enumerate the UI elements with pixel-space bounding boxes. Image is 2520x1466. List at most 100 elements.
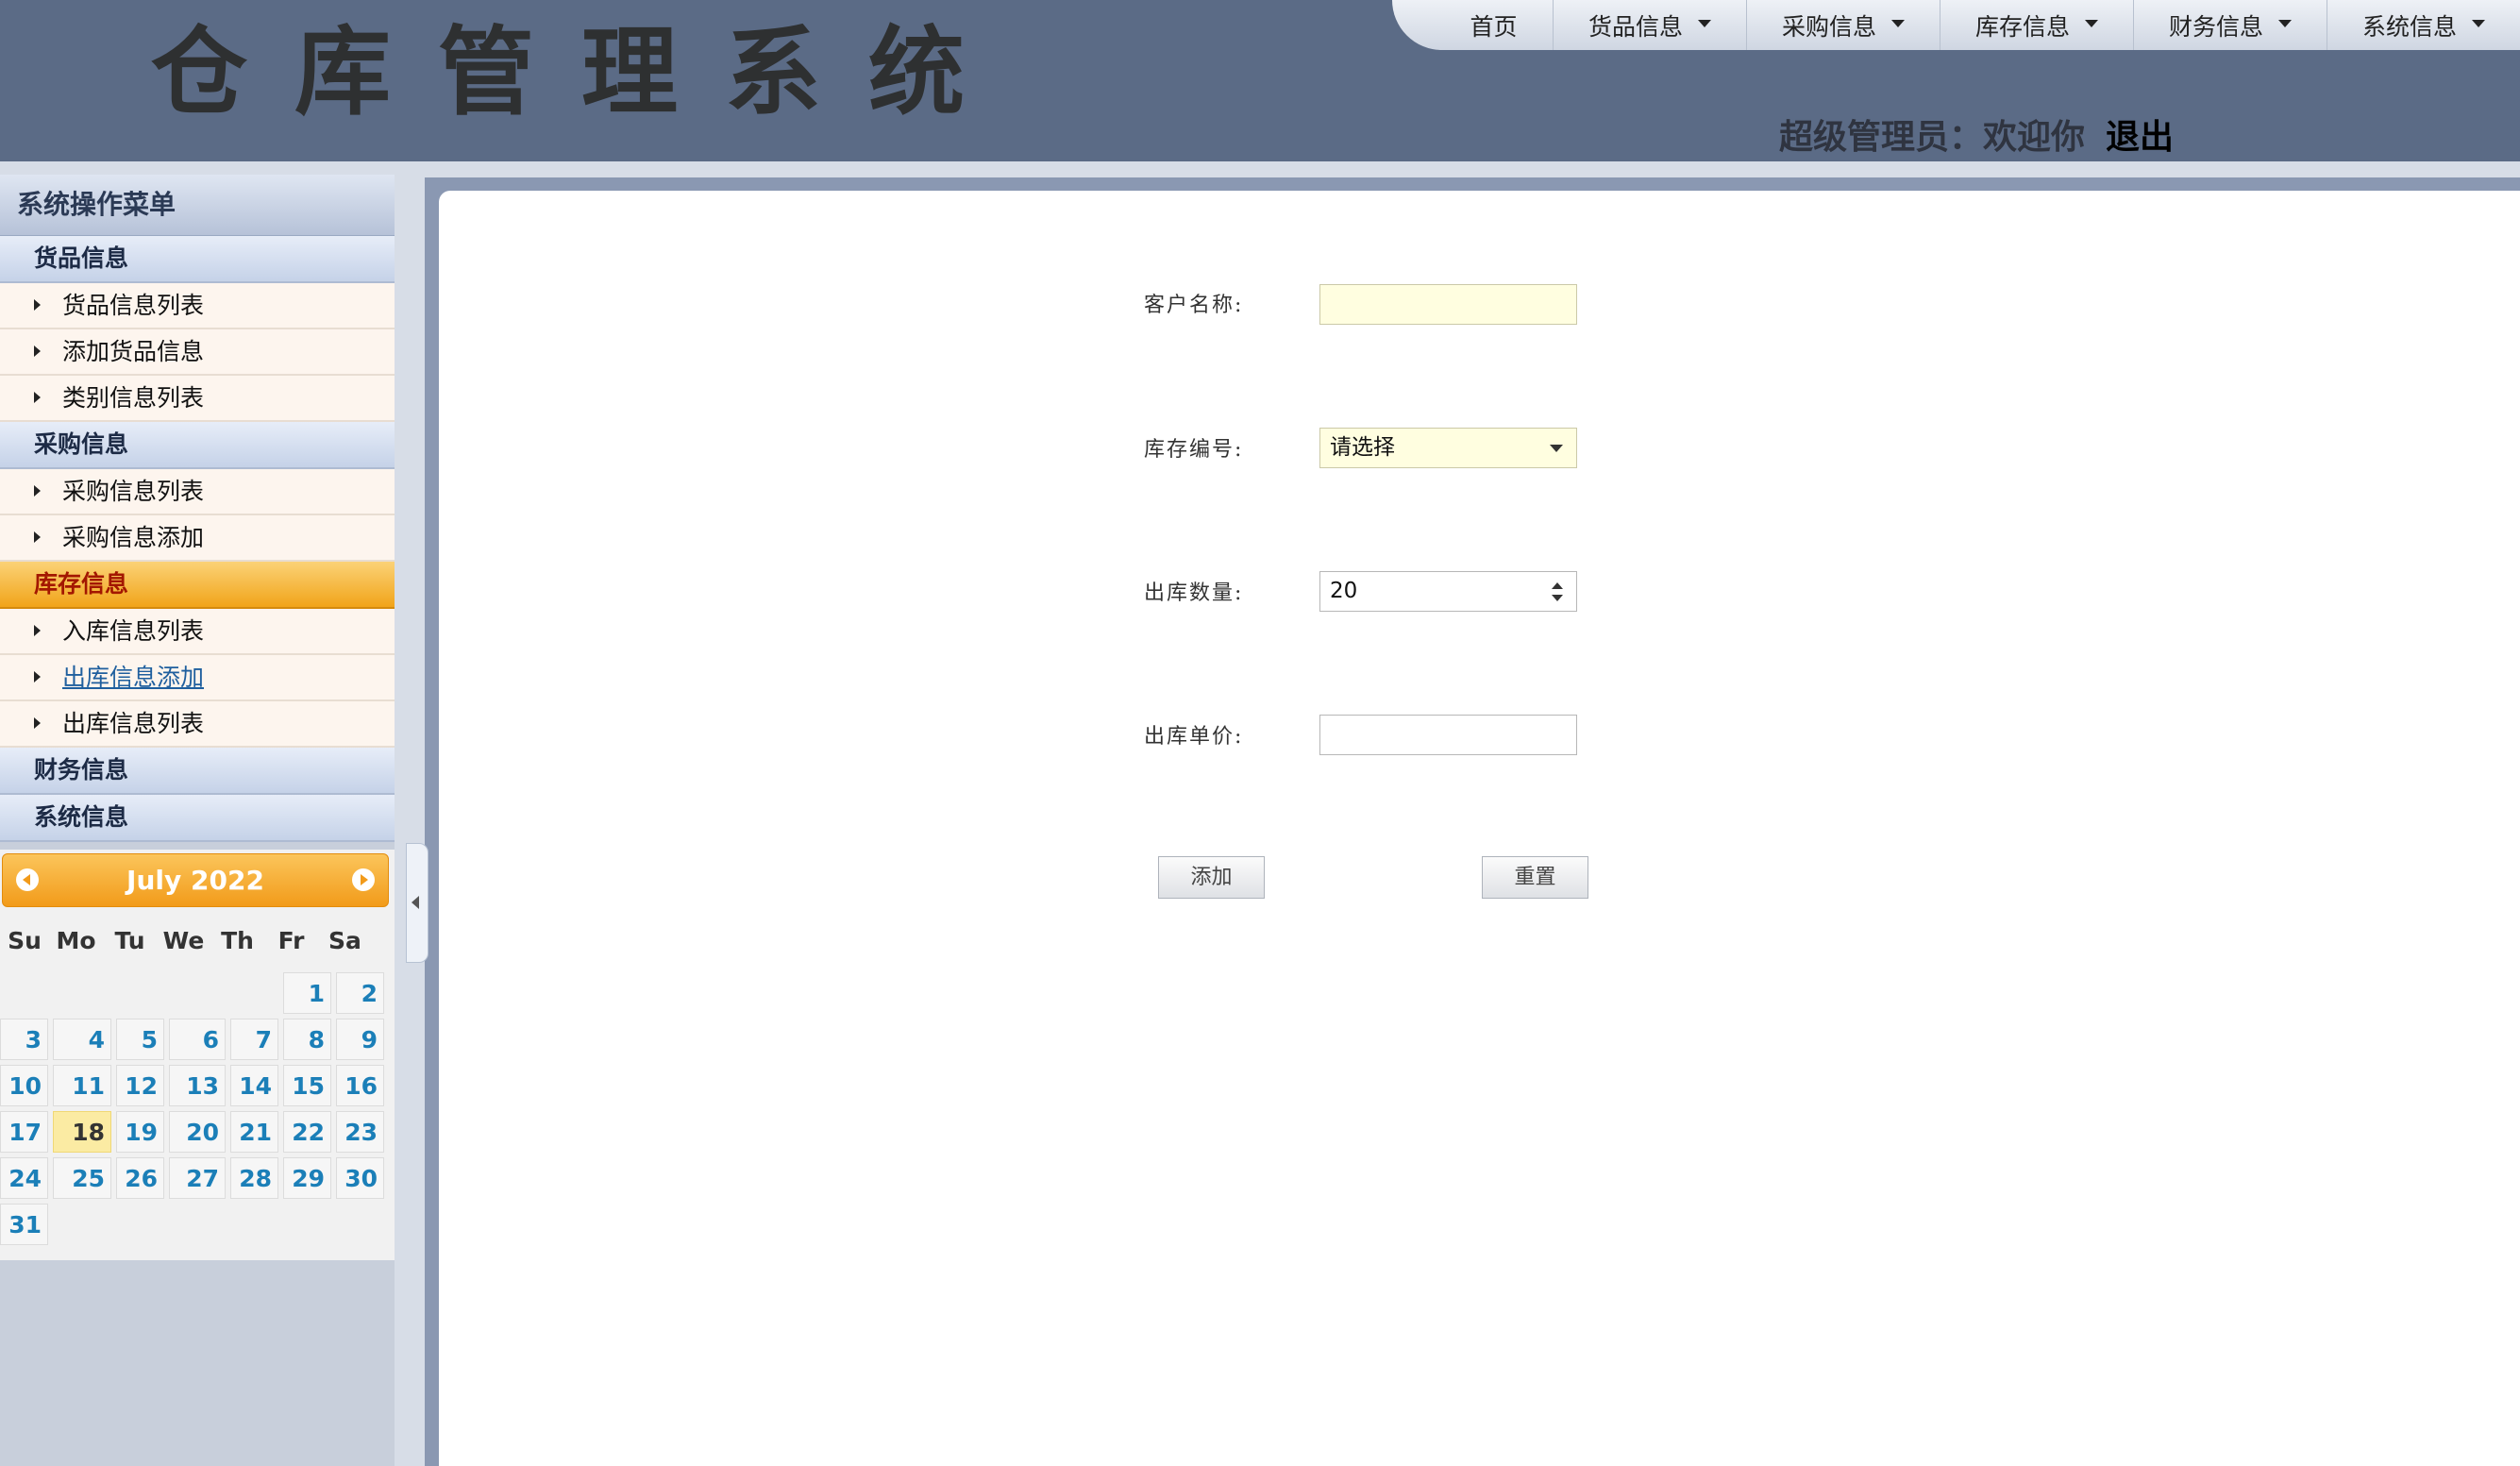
calendar-day[interactable]: 5 xyxy=(116,1019,164,1060)
calendar-weekdays: Su Mo Tu We Th Fr Sa xyxy=(0,927,395,954)
spin-down-icon[interactable] xyxy=(1552,595,1563,601)
calendar-weekday: Sa xyxy=(328,927,361,954)
caret-right-icon xyxy=(34,392,41,403)
calendar-day[interactable]: 15 xyxy=(283,1065,331,1106)
calendar-day[interactable]: 30 xyxy=(336,1157,384,1199)
topnav-item-label: 系统信息 xyxy=(2361,12,2457,41)
calendar-day[interactable]: 20 xyxy=(169,1111,226,1153)
calendar-day[interactable]: 14 xyxy=(230,1065,278,1106)
calendar-day[interactable]: 16 xyxy=(336,1065,384,1106)
calendar-day[interactable]: 23 xyxy=(336,1111,384,1153)
topnav-item-label: 采购信息 xyxy=(1781,12,1876,41)
sidebar-item[interactable]: 采购信息添加 xyxy=(0,515,395,562)
chevron-down-icon xyxy=(2472,19,2485,27)
calendar-day[interactable]: 7 xyxy=(230,1019,278,1060)
sidebar-item[interactable]: 入库信息列表 xyxy=(0,609,395,655)
logout-link[interactable]: 退出 xyxy=(2106,118,2174,157)
spin-up-icon[interactable] xyxy=(1552,582,1563,589)
calendar-title: July 2022 xyxy=(126,865,264,896)
topnav-item[interactable]: 首页 xyxy=(1435,0,1553,50)
topnav-item[interactable]: 货品信息 xyxy=(1553,0,1746,50)
sidebar-title: 系统操作菜单 xyxy=(0,175,395,236)
sidebar-group[interactable]: 系统信息 xyxy=(0,795,395,842)
caret-right-icon xyxy=(34,485,41,497)
sidebar-item-label: 添加货品信息 xyxy=(62,338,205,365)
chevron-down-icon xyxy=(1698,19,1711,27)
calendar-day[interactable]: 19 xyxy=(116,1111,164,1153)
calendar-weekday: Th xyxy=(221,927,254,954)
topnav-item-label: 库存信息 xyxy=(1974,12,2070,41)
calendar-day[interactable]: 25 xyxy=(53,1157,111,1199)
sidebar-item-label: 出库信息列表 xyxy=(62,710,205,737)
calendar-weekday: Fr xyxy=(277,927,305,954)
calendar-day[interactable]: 24 xyxy=(0,1157,48,1199)
caret-right-icon xyxy=(34,625,41,636)
calendar-weekday: Su xyxy=(8,927,42,954)
calendar-weekday: Tu xyxy=(114,927,145,954)
calendar-day[interactable]: 1 xyxy=(283,972,331,1014)
sidebar-item[interactable]: 出库信息列表 xyxy=(0,701,395,748)
sidebar-item-label: 出库信息添加 xyxy=(62,664,205,691)
chevron-down-icon xyxy=(2085,19,2098,27)
calendar-day[interactable]: 17 xyxy=(0,1111,48,1153)
sidebar-menu: 货品信息货品信息列表 添加货品信息 类别信息列表采购信息采购信息列表 采购信息添加库存… xyxy=(0,236,395,842)
app-title: 仓库管理系统 xyxy=(151,17,1012,129)
calendar-day[interactable]: 2 xyxy=(336,972,384,1014)
calendar-day[interactable]: 28 xyxy=(230,1157,278,1199)
topnav-item[interactable]: 财务信息 xyxy=(2133,0,2327,50)
sidebar-item-label: 类别信息列表 xyxy=(62,384,205,412)
sidebar-group[interactable]: 财务信息 xyxy=(0,748,395,795)
calendar-day[interactable]: 6 xyxy=(169,1019,226,1060)
sidebar-item[interactable]: 货品信息列表 xyxy=(0,283,395,329)
out-quantity-stepper[interactable]: 20 xyxy=(1319,571,1577,612)
sidebar-item[interactable]: 出库信息添加 xyxy=(0,655,395,701)
calendar-day[interactable]: 12 xyxy=(116,1065,164,1106)
customer-name-label: 客户名称: xyxy=(1144,294,1244,317)
calendar-day[interactable]: 13 xyxy=(169,1065,226,1106)
user-bar: 超级管理员：欢迎你 退出 xyxy=(1779,110,2174,159)
sidebar-item-label: 采购信息列表 xyxy=(62,478,205,505)
add-button[interactable]: 添加 xyxy=(1158,856,1265,899)
chevron-down-icon xyxy=(2278,19,2292,27)
sidebar: 系统操作菜单 货品信息货品信息列表 添加货品信息 类别信息列表采购信息采购信息列表采… xyxy=(0,175,395,1466)
calendar-day-today[interactable]: 18 xyxy=(53,1111,111,1153)
welcome-text: 超级管理员：欢迎你 xyxy=(1779,118,2086,157)
out-quantity-value: 20 xyxy=(1330,579,1358,603)
sidebar-collapse-icon[interactable] xyxy=(406,843,428,963)
sidebar-group[interactable]: 采购信息 xyxy=(0,422,395,469)
calendar-header: July 2022 xyxy=(2,853,389,907)
calendar-day[interactable]: 8 xyxy=(283,1019,331,1060)
sidebar-group[interactable]: 货品信息 xyxy=(0,236,395,283)
sidebar-item-label: 采购信息添加 xyxy=(62,524,205,551)
topnav-item[interactable]: 库存信息 xyxy=(1940,0,2133,50)
calendar-day[interactable]: 3 xyxy=(0,1019,48,1060)
calendar-day[interactable]: 10 xyxy=(0,1065,48,1106)
calendar-day[interactable]: 9 xyxy=(336,1019,384,1060)
topnav-item[interactable]: 采购信息 xyxy=(1746,0,1940,50)
topnav-item[interactable]: 系统信息 xyxy=(2327,0,2520,50)
calendar-day[interactable]: 22 xyxy=(283,1111,331,1153)
reset-button[interactable]: 重置 xyxy=(1482,856,1588,899)
caret-right-icon xyxy=(34,299,41,311)
calendar-day[interactable]: 31 xyxy=(0,1204,48,1245)
stock-no-select[interactable]: 请选择 xyxy=(1319,428,1577,468)
sidebar-group[interactable]: 库存信息 xyxy=(0,562,395,609)
out-quantity-label: 出库数量: xyxy=(1144,581,1244,605)
calendar-day[interactable]: 27 xyxy=(169,1157,226,1199)
calendar-next-icon[interactable] xyxy=(352,868,375,891)
calendar-day[interactable]: 11 xyxy=(53,1065,111,1106)
sidebar-item[interactable]: 类别信息列表 xyxy=(0,376,395,422)
sidebar-item-label: 货品信息列表 xyxy=(62,292,205,319)
sidebar-item[interactable]: 添加货品信息 xyxy=(0,329,395,376)
sidebar-item[interactable]: 采购信息列表 xyxy=(0,469,395,515)
calendar-day[interactable]: 29 xyxy=(283,1157,331,1199)
stock-no-selected: 请选择 xyxy=(1330,435,1395,460)
app-header: 仓库管理系统 首页 货品信息 采购信息 库存信息 财务信息 系统信息 超级管理员：欢迎你退… xyxy=(0,0,2520,161)
caret-right-icon xyxy=(34,717,41,729)
calendar-day[interactable]: 26 xyxy=(116,1157,164,1199)
chevron-down-icon xyxy=(1550,445,1563,452)
customer-name-input[interactable] xyxy=(1319,284,1577,325)
calendar-day[interactable]: 21 xyxy=(230,1111,278,1153)
out-price-input[interactable] xyxy=(1319,715,1577,755)
calendar-day[interactable]: 4 xyxy=(53,1019,111,1060)
